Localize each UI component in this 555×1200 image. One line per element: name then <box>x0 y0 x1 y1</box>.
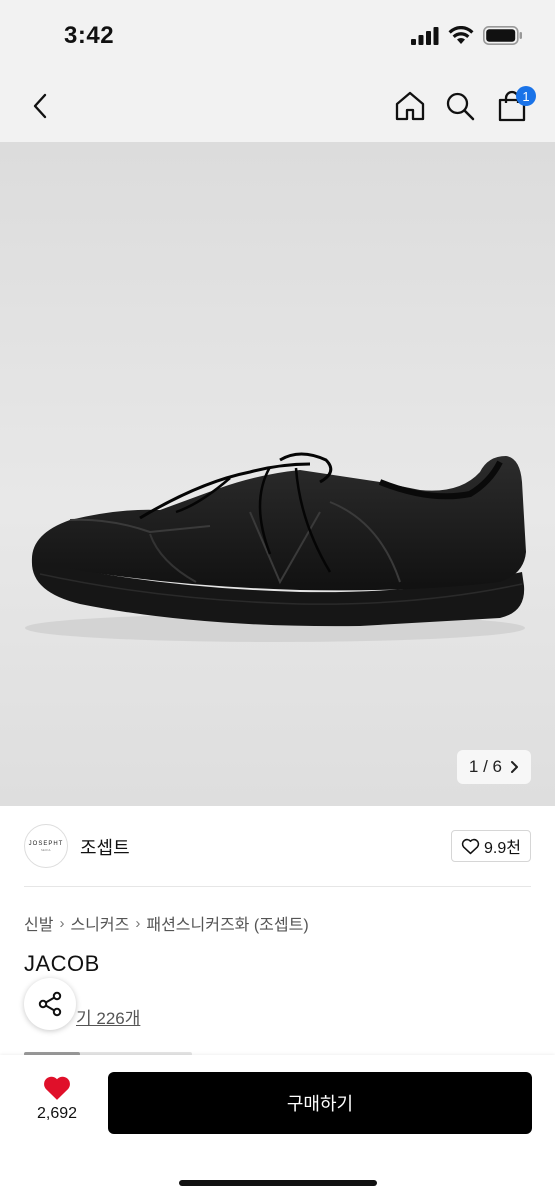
divider <box>24 886 531 887</box>
wishlist-count: 2,692 <box>36 1105 78 1122</box>
wifi-icon <box>448 26 474 44</box>
product-name: JACOB <box>24 951 100 976</box>
share-button[interactable] <box>24 978 76 1030</box>
brand-logo-subtext: SEOUL <box>40 847 52 852</box>
battery-icon <box>483 26 522 45</box>
cart-button[interactable]: 1 <box>490 84 536 128</box>
chevron-right-icon: › <box>59 914 65 932</box>
buy-button[interactable]: 구매하기 <box>108 1072 532 1134</box>
buy-button-label: 구매하기 <box>286 1094 354 1114</box>
bottom-action-bar: 2,692 구매하기 <box>0 1055 555 1200</box>
share-icon <box>38 991 62 1017</box>
image-counter[interactable]: 1 / 6 <box>456 750 531 784</box>
status-time: 3:42 <box>64 22 115 49</box>
breadcrumb-item[interactable]: 신발 <box>24 911 53 935</box>
heart-filled-icon <box>44 1076 70 1100</box>
breadcrumb: 신발 › 스니커즈 › 패션스니커즈화 (조셉트) <box>24 911 309 935</box>
breadcrumb-item[interactable]: 스니커즈 <box>70 911 129 935</box>
status-icons <box>411 26 523 45</box>
status-bar: 3:42 <box>0 0 555 70</box>
wishlist-button[interactable]: 2,692 <box>24 1075 90 1123</box>
home-icon <box>395 91 425 121</box>
sneaker-image <box>25 452 527 642</box>
product-image[interactable]: 1 / 6 <box>0 142 555 806</box>
brand-logo-text: JOSEPHT <box>28 840 64 847</box>
brand-row: JOSEPHT SEOUL 조셉트 9.9천 <box>0 806 555 886</box>
brand-like-button[interactable]: 9.9천 <box>451 830 531 862</box>
search-button[interactable] <box>438 84 482 128</box>
brand-name[interactable]: 조셉트 <box>80 834 130 860</box>
home-indicator <box>179 1180 377 1186</box>
chevron-right-icon: › <box>135 914 141 932</box>
search-icon <box>446 92 475 121</box>
brand-logo[interactable]: JOSEPHT SEOUL <box>24 824 68 868</box>
cart-count-badge: 1 <box>516 86 536 106</box>
heart-outline-icon <box>461 838 480 854</box>
home-button[interactable] <box>388 84 432 128</box>
chevron-right-icon <box>511 761 518 773</box>
breadcrumb-item[interactable]: 패션스니커즈화 (조셉트) <box>146 911 308 935</box>
back-button[interactable] <box>18 84 62 128</box>
back-icon <box>33 93 47 119</box>
navigation-bar: 1 <box>0 70 555 142</box>
brand-like-count: 9.9천 <box>484 840 521 857</box>
image-counter-text: 1 / 6 <box>468 757 502 776</box>
cellular-signal-icon <box>411 26 439 45</box>
